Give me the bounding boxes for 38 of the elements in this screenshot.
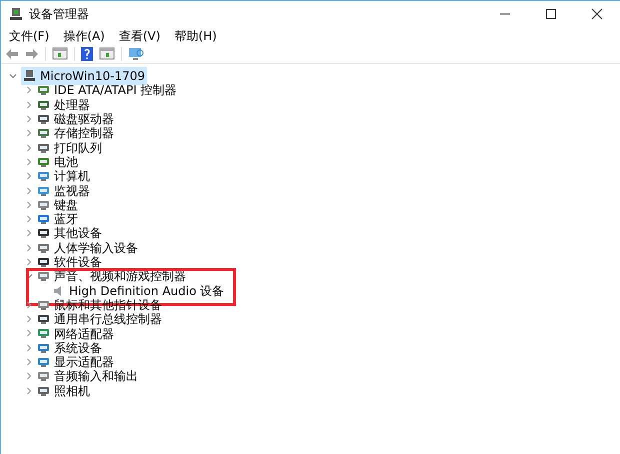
computer-icon <box>23 70 36 82</box>
tree-label: MicroWin10-1709 <box>40 68 145 84</box>
tree-root[interactable]: MicroWin10-1709 <box>21 67 147 86</box>
device-icon <box>37 156 50 168</box>
tree-item[interactable]: High Definition Audio 设备 <box>69 282 224 300</box>
computer-icon <box>9 8 23 20</box>
device-icon <box>37 98 50 111</box>
help-icon[interactable] <box>81 46 93 60</box>
device-icon <box>37 170 50 182</box>
device-icon <box>37 327 50 340</box>
device-icon <box>37 113 50 126</box>
window-icon[interactable] <box>52 47 68 60</box>
menu-item[interactable]: 操作(A) <box>63 26 105 44</box>
device-icon <box>37 342 50 354</box>
device-icon <box>37 298 50 311</box>
forward-arrow-icon[interactable] <box>25 48 39 60</box>
device-icon <box>37 356 50 368</box>
device-icon <box>37 384 50 397</box>
device-icon <box>37 270 50 282</box>
monitor-icon[interactable] <box>128 46 144 60</box>
device-icon <box>37 242 50 254</box>
device-icon <box>37 256 50 268</box>
back-arrow-icon[interactable] <box>5 48 19 60</box>
device-icon <box>37 142 50 154</box>
menu-item[interactable]: 查看(V) <box>118 26 160 44</box>
window-title: 设备管理器 <box>29 6 89 23</box>
window-icon[interactable] <box>99 47 115 60</box>
device-icon <box>37 313 50 326</box>
device-icon <box>37 198 50 211</box>
device-icon <box>37 370 50 382</box>
menu-item[interactable]: 帮助(H) <box>174 26 217 44</box>
speaker-icon <box>53 284 63 297</box>
device-icon <box>37 184 50 197</box>
device-icon <box>37 127 50 140</box>
device-icon <box>37 213 50 226</box>
device-icon <box>37 84 50 96</box>
device-icon <box>37 227 50 240</box>
menu-item[interactable]: 文件(F) <box>9 26 50 44</box>
